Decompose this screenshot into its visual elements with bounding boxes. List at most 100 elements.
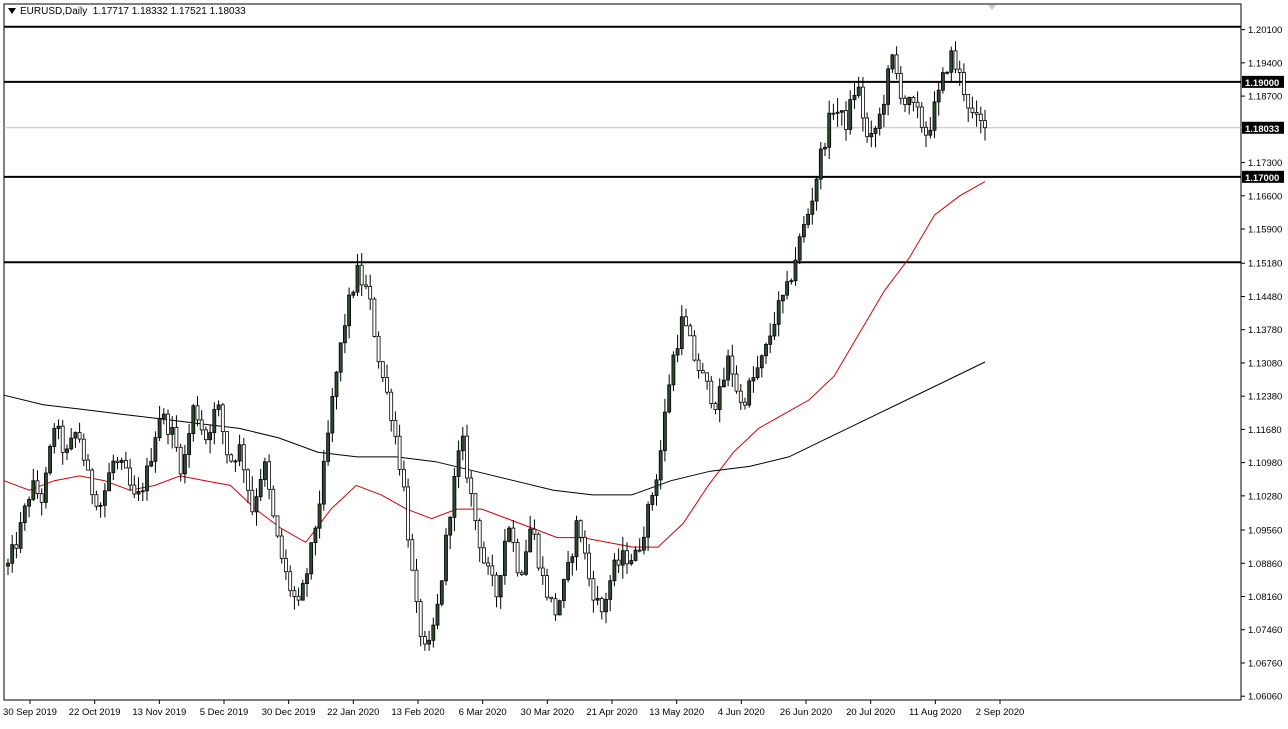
candle-body [511,527,516,543]
candle-body [149,460,154,467]
candle-body [309,542,314,575]
level-price-label: 1.19000 [1245,78,1279,89]
candle-body [444,534,448,582]
candle-body [835,111,840,114]
candle-body [364,284,368,287]
candle-body [187,433,192,456]
candle-body [275,515,280,537]
candle-body [818,148,823,180]
candle-body [898,73,903,99]
candle-body [10,544,15,564]
y-tick-label: 1.11680 [1248,425,1282,436]
candle-body [983,120,987,129]
y-tick-label: 1.06060 [1248,692,1282,703]
candle-body [536,533,541,569]
candle-body [161,413,166,419]
candle-body [220,404,225,432]
y-tick-label: 1.07460 [1248,625,1282,636]
candle-body [553,598,558,616]
candle-body [111,460,116,474]
symbol-label: EURUSD,Daily [20,6,88,17]
candle-body [439,580,444,605]
price-chart[interactable]: 1.20100 1.19400 1.18700 1.17300 1.16600 1.159… [0,0,1288,724]
candle-body [806,213,810,225]
candle-body [182,454,187,475]
candle-body [738,390,743,403]
candle-body [507,527,512,542]
x-tick-label: 22 Oct 2019 [69,707,121,718]
x-tick-label: 2 Sep 2020 [976,707,1025,718]
x-tick-label: 13 May 2020 [649,707,704,718]
dropdown-triangle-icon[interactable] [8,8,16,15]
candle-body [254,496,259,513]
candle-body [726,355,730,381]
candle-body [212,409,217,434]
candle-body [583,536,587,554]
candle-body [903,97,907,105]
candle-body [957,68,962,73]
x-tick-label: 6 Mar 2020 [459,707,507,718]
candle-body [208,432,213,441]
candle-body [86,459,90,471]
candle-body [338,342,343,373]
candle-body [351,291,356,296]
candle-body [406,486,411,541]
candle-body [919,106,924,128]
x-tick-label: 22 Jan 2020 [327,707,379,718]
candle-body [490,565,495,576]
candle-body [532,528,537,535]
candle-body [524,551,528,575]
candle-body [612,559,617,582]
candle-body [271,488,276,517]
candle-body [174,426,179,448]
candle-body [456,450,461,477]
candle-body [44,472,48,503]
y-tick-label: 1.15900 [1248,225,1282,236]
candle-body [781,294,785,302]
candle-body [48,445,52,474]
y-tick-label: 1.20100 [1248,25,1282,36]
candle-body [334,371,339,397]
candle-body [823,146,827,150]
candle-body [566,562,570,581]
candle-body [528,528,533,553]
candle-body [115,460,120,463]
chart-header: EURUSD,Daily 1.17717 1.18332 1.17521 1.1… [8,6,246,17]
candle-body [764,343,768,357]
candle-body [199,419,204,431]
candle-body [107,472,111,492]
candle-body [262,461,267,480]
candle-body [401,468,406,488]
candle-body [793,259,798,282]
candle-body [145,465,149,492]
candle-body [932,101,937,131]
candle-body [385,377,389,393]
candle-body [124,459,128,469]
y-tick-label: 1.13080 [1248,358,1282,369]
candle-body [380,361,385,378]
candle-body [203,429,208,441]
candle-body [953,50,958,70]
candle-body [848,99,853,130]
candle-body [313,527,318,544]
candle-body [347,294,352,327]
candle-body [844,110,848,130]
candle-body [81,438,86,461]
candle-body [498,575,503,598]
candle-body [667,384,672,413]
candle-body [502,540,507,576]
y-tick-label: 1.15180 [1248,259,1282,270]
candle-body [279,535,284,559]
x-tick-label: 13 Nov 2019 [132,707,186,718]
candle-body [978,113,983,121]
chart-canvas[interactable]: 1.20100 1.19400 1.18700 1.17300 1.16600 1.159… [0,0,1288,724]
candle-body [562,579,566,601]
candle-body [587,552,591,580]
candle-body [60,425,65,453]
candle-body [717,386,722,410]
candle-body [414,569,419,603]
candle-body [578,520,583,538]
y-tick-label: 1.12380 [1248,392,1282,403]
candle-body [65,448,69,453]
candle-body [98,504,103,507]
